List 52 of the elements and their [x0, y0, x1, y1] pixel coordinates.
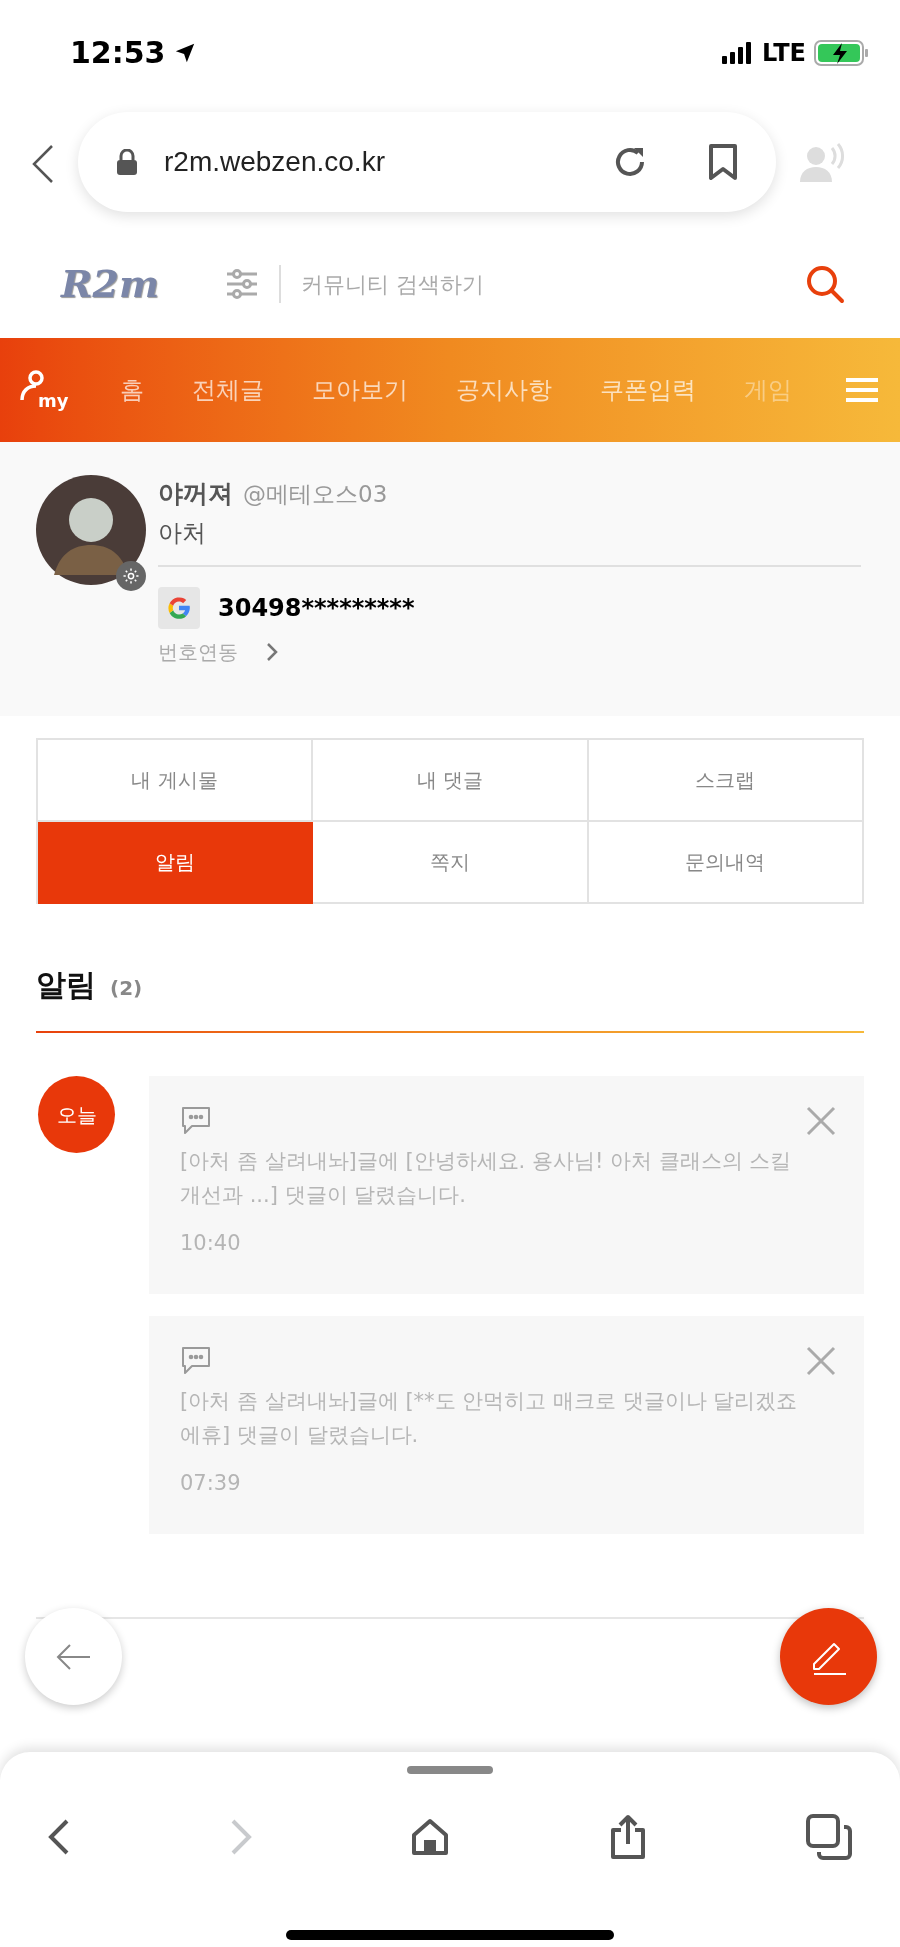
- character-class: 아처: [158, 517, 207, 549]
- section-title: 알림: [36, 966, 96, 1004]
- tab[interactable]: 쪽지: [313, 822, 589, 904]
- account-number: 30498*********: [218, 592, 415, 624]
- close-icon[interactable]: [806, 1346, 836, 1376]
- filter-sliders-icon[interactable]: [225, 268, 260, 300]
- write-button[interactable]: [780, 1608, 877, 1705]
- notification-message: [아처 좀 살려내놔]글에 [안녕하세요. 용사님! 아처 클래스의 스킬 개선과 ...] 댓글이 달렸습니다.: [180, 1148, 793, 1209]
- url-text: r2m.webzen.co.kr: [164, 145, 386, 179]
- search-icon[interactable]: [805, 264, 845, 304]
- signal-icon: [721, 41, 754, 64]
- back-icon[interactable]: [30, 144, 56, 184]
- settings-icon[interactable]: [116, 561, 146, 591]
- drag-handle[interactable]: [407, 1766, 493, 1774]
- nav-item[interactable]: 전체글: [192, 372, 264, 408]
- arrow-left-icon: [55, 1642, 92, 1671]
- tab[interactable]: 알림: [38, 822, 314, 904]
- clock-time: 12:53: [70, 34, 166, 72]
- tab[interactable]: 내 게시물: [38, 740, 314, 822]
- nav-item[interactable]: 모아보기: [312, 372, 408, 408]
- site-logo[interactable]: R2m: [55, 256, 166, 312]
- bookmark-icon[interactable]: [708, 143, 738, 181]
- tabs-icon[interactable]: [806, 1814, 852, 1860]
- tab[interactable]: 문의내역: [588, 822, 864, 904]
- close-icon[interactable]: [806, 1106, 836, 1136]
- notification-time: 10:40: [180, 1230, 242, 1257]
- user-handle: @메테오스03: [243, 480, 388, 509]
- chat-bubble-icon: [180, 1104, 212, 1136]
- date-badge: 오늘: [38, 1076, 115, 1153]
- notification-card[interactable]: [아처 좀 살려내놔]글에 [안녕하세요. 용사님! 아처 클래스의 스킬 개선과 ...] 댓글이 달렸습니다. 10:40: [149, 1076, 864, 1294]
- home-icon[interactable]: [411, 1818, 449, 1856]
- chat-bubble-icon: [180, 1344, 212, 1376]
- network-type: LTE: [761, 37, 806, 69]
- nickname: 야꺼져: [158, 478, 233, 510]
- notification-message: [아처 좀 살려내놔]글에 [**도 안먹히고 매크로 댓글이나 달리겠죠 에휴] 댓글이 달렸습니다.: [180, 1388, 799, 1449]
- notification-count: (2): [110, 975, 143, 1002]
- share-icon[interactable]: [608, 1814, 647, 1860]
- lock-icon: [116, 149, 138, 175]
- notification-card[interactable]: [아처 좀 살려내놔]글에 [**도 안먹히고 매크로 댓글이나 달리겠죠 에휴] 댓글이 달렸습니다. 07:39: [149, 1316, 864, 1534]
- nav-item[interactable]: 공지사항: [456, 372, 552, 408]
- link-number-button[interactable]: 번호연동: [158, 636, 864, 667]
- tab[interactable]: 내 댓글: [313, 740, 589, 822]
- back-icon[interactable]: [48, 1819, 70, 1855]
- my-page-button[interactable]: my: [20, 370, 90, 410]
- search-field[interactable]: 커뮤니티 검색하기: [301, 267, 805, 301]
- tab[interactable]: 스크랩: [588, 740, 864, 822]
- address-bar[interactable]: r2m.webzen.co.kr: [78, 112, 776, 212]
- nav-item[interactable]: 홈: [120, 372, 144, 408]
- google-icon: [158, 586, 200, 629]
- chevron-right-icon: [266, 641, 278, 662]
- notification-time: 07:39: [180, 1470, 242, 1497]
- battery-charging-icon: [814, 38, 870, 67]
